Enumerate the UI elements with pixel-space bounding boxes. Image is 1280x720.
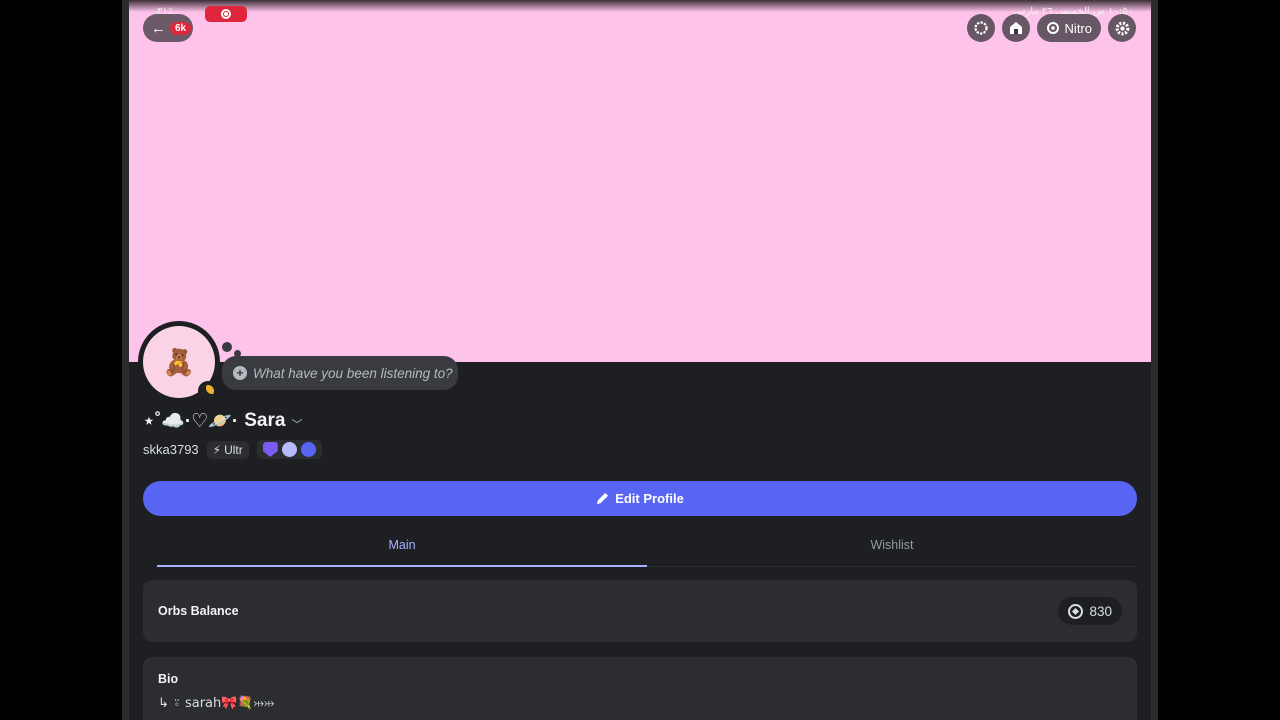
orb-icon xyxy=(1068,603,1084,619)
listening-prompt: What have you been listening to? xyxy=(253,365,453,381)
server-tag-label: Ultr xyxy=(224,442,243,457)
username-row: skka3793 ⚡ Ultr xyxy=(143,440,322,459)
device-bezel-right xyxy=(1151,0,1158,720)
orbs-balance-value: 830 xyxy=(1089,603,1112,619)
device-bezel-left xyxy=(122,0,129,720)
profile-badges[interactable] xyxy=(256,440,322,459)
orbs-balance-card[interactable]: Orbs Balance 830 xyxy=(143,580,1137,642)
edit-profile-label: Edit Profile xyxy=(615,491,684,506)
display-name: Sara xyxy=(244,410,286,431)
nitro-button[interactable]: Nitro xyxy=(1036,14,1101,42)
teddy-bear-icon: 🧸 xyxy=(162,346,196,377)
shop-button[interactable] xyxy=(1001,14,1030,42)
shop-icon xyxy=(1009,22,1022,34)
profile-banner[interactable] xyxy=(129,0,1151,362)
add-circle-icon: + xyxy=(233,366,247,380)
status-bar: ٣١٪ ١٠:٥٠ ص الخميس ٢٦ مارس xyxy=(129,0,1151,17)
display-name-row[interactable]: ⋆˚☁️·♡🪐· Sara ﹀ xyxy=(143,409,302,433)
thought-bubble-dot xyxy=(222,342,232,352)
boost-badge-icon[interactable] xyxy=(281,442,297,457)
lightning-icon: ⚡ xyxy=(212,442,222,457)
server-boost-button[interactable] xyxy=(966,14,995,42)
moon-icon xyxy=(202,385,214,397)
display-name-decoration: ⋆˚☁️·♡🪐· xyxy=(143,411,239,432)
tab-main[interactable]: Main xyxy=(157,533,647,567)
server-tag[interactable]: ⚡ Ultr xyxy=(206,440,249,459)
nitro-icon xyxy=(1046,22,1059,34)
bio-card: Bio ↳ ⍤ sarah🎀💐⤔⤔ xyxy=(143,657,1137,720)
orbs-balance-title: Orbs Balance xyxy=(158,604,239,618)
profile-tabs: Main Wishlist xyxy=(157,533,1137,567)
chevron-down-icon: ﹀ xyxy=(291,418,303,431)
listening-status-bubble[interactable]: + What have you been listening to? xyxy=(222,356,458,390)
back-button[interactable]: ← 6k xyxy=(143,14,193,42)
bio-text: ↳ ⍤ sarah🎀💐⤔⤔ xyxy=(158,696,275,711)
gear-ring-icon xyxy=(973,21,988,35)
idle-status-indicator xyxy=(198,381,218,401)
screen-record-indicator[interactable] xyxy=(205,6,247,22)
notification-badge: 6k xyxy=(170,21,192,35)
profile-screen: ٣١٪ ١٠:٥٠ ص الخميس ٢٦ مارس ← 6k Nitro 🧸 … xyxy=(122,0,1158,720)
pencil-icon xyxy=(597,492,609,505)
orb-badge-icon[interactable] xyxy=(300,442,316,457)
hypesquad-badge-icon[interactable] xyxy=(262,442,278,457)
username: skka3793 xyxy=(143,442,199,457)
tab-wishlist[interactable]: Wishlist xyxy=(647,533,1137,566)
gear-icon xyxy=(1115,21,1129,35)
bio-title: Bio xyxy=(158,672,179,686)
record-icon xyxy=(221,9,231,19)
header-actions: Nitro xyxy=(966,14,1136,42)
edit-profile-button[interactable]: Edit Profile xyxy=(143,481,1137,516)
nitro-label: Nitro xyxy=(1064,20,1092,36)
settings-button[interactable] xyxy=(1108,14,1136,42)
back-arrow-icon: ← xyxy=(151,19,166,37)
orbs-balance-pill[interactable]: 830 xyxy=(1058,597,1122,625)
